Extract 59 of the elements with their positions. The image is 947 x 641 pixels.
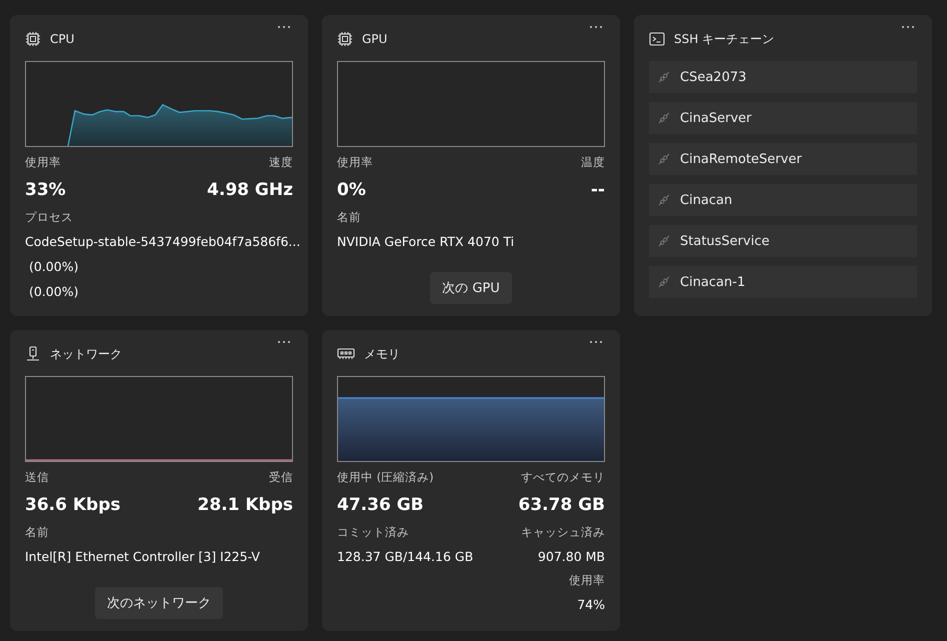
chip-icon [25, 31, 41, 47]
stat-value: 47.36 GB [337, 494, 424, 517]
memory-icon [337, 347, 355, 361]
stat-value: NVIDIA GeForce RTX 4070 Ti [337, 233, 514, 251]
stat-value: 907.80 MB [538, 548, 605, 566]
stat-value: 36.6 Kbps [25, 494, 120, 517]
stat-label: 名前 [25, 524, 49, 541]
stat-label: 温度 [581, 154, 605, 171]
stat-value: 4.98 GHz [207, 179, 293, 202]
link-icon [657, 152, 671, 166]
stat-label: 送信 [25, 469, 49, 486]
stat-label: キャッシュ済み [521, 524, 605, 541]
stat-label: 名前 [337, 209, 361, 226]
widget-title: CPU [50, 32, 76, 46]
widget-title: ネットワーク [50, 346, 123, 362]
more-options-icon[interactable] [275, 340, 293, 344]
stat-value: 63.78 GB [518, 494, 605, 517]
terminal-icon [649, 31, 665, 47]
link-icon [657, 70, 671, 84]
ssh-host-item[interactable]: CinaRemoteServer [649, 143, 917, 175]
stat-value: 33% [25, 179, 66, 202]
ssh-host-item[interactable]: CSea2073 [649, 61, 917, 93]
ssh-host-item[interactable]: StatusService [649, 225, 917, 257]
more-options-icon[interactable] [275, 25, 293, 29]
stat-value: (0.00%) [29, 258, 78, 276]
more-options-icon[interactable] [899, 25, 917, 29]
stat-label: 速度 [269, 154, 293, 171]
stat-label: すべてのメモリ [521, 469, 605, 486]
stat-label: 受信 [269, 469, 293, 486]
stat-value: (0.00%) [29, 283, 78, 301]
stat-value: 0% [337, 179, 366, 202]
ssh-host-item[interactable]: Cinacan-1 [649, 266, 917, 298]
link-icon [657, 193, 671, 207]
more-options-icon[interactable] [587, 340, 605, 344]
widget-title: メモリ [364, 346, 401, 362]
link-icon [657, 275, 671, 289]
stat-value: CodeSetup-stable-5437499feb04f7a586f6... [25, 233, 300, 251]
stat-value: 128.37 GB/144.16 GB [337, 548, 474, 566]
stat-label: 使用率 [569, 572, 605, 589]
next-device-button[interactable]: 次のネットワーク [95, 587, 223, 619]
widget-title: SSH キーチェーン [674, 30, 776, 48]
stat-label: 使用率 [25, 154, 61, 171]
stat-label: コミット済み [337, 524, 409, 541]
stat-label: 使用中 (圧縮済み) [337, 469, 434, 486]
ssh-host-item[interactable]: CinaServer [649, 102, 917, 134]
next-device-button[interactable]: 次の GPU [430, 272, 512, 304]
ssh-host-item[interactable]: Cinacan [649, 184, 917, 216]
stat-value: 74% [577, 596, 605, 614]
chip-icon [337, 31, 353, 47]
stat-label: 使用率 [337, 154, 373, 171]
stat-label: プロセス [25, 209, 73, 226]
stat-value: -- [590, 179, 605, 202]
more-options-icon[interactable] [587, 25, 605, 29]
link-icon [657, 111, 671, 125]
stat-value: Intel[R] Ethernet Controller [3] I225-V [25, 548, 260, 566]
stat-value: 28.1 Kbps [198, 494, 293, 517]
link-icon [657, 234, 671, 248]
widget-title: GPU [362, 32, 388, 46]
network-icon [25, 346, 41, 362]
